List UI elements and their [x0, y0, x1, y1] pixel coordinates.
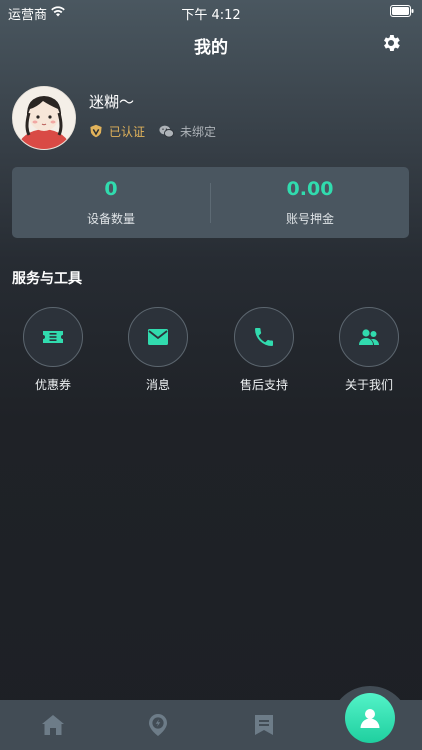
- avatar[interactable]: [12, 86, 76, 150]
- settings-gear-icon[interactable]: [380, 32, 402, 54]
- username: 迷糊～: [89, 93, 135, 111]
- stat-deposit[interactable]: 0.00 账号押金: [211, 167, 409, 238]
- service-messages[interactable]: 消息: [108, 307, 208, 393]
- wechat-icon: [159, 125, 174, 138]
- service-after-sales[interactable]: 售后支持: [214, 307, 314, 393]
- ticket-icon: [43, 331, 63, 343]
- service-icon-circle: [339, 307, 399, 367]
- stat-label: 设备数量: [86, 212, 135, 226]
- battery-icon: [390, 5, 414, 17]
- page-title: 我的: [194, 38, 228, 58]
- verified-shield-icon: [90, 124, 102, 138]
- service-icon-circle: [128, 307, 188, 367]
- users-icon: [359, 329, 380, 345]
- bookmark-list-icon: [255, 715, 273, 735]
- phone-icon: [255, 328, 273, 346]
- home-icon: [42, 715, 64, 735]
- stat-value: 0.00: [286, 178, 334, 200]
- wechat-label: 未绑定: [180, 124, 217, 139]
- map-pin-bolt-icon: [149, 714, 167, 736]
- service-label: 关于我们: [344, 378, 393, 392]
- services-section-title: 服务与工具: [12, 271, 82, 287]
- stat-device-count[interactable]: 0 设备数量: [12, 167, 210, 238]
- service-label: 消息: [145, 378, 170, 392]
- verified-badge: 已认证: [89, 123, 145, 139]
- tab-profile[interactable]: [345, 693, 395, 743]
- service-coupons[interactable]: 优惠券: [3, 307, 103, 393]
- service-about-us[interactable]: 关于我们: [319, 307, 419, 393]
- tab-map[interactable]: [141, 708, 175, 742]
- service-label: 售后支持: [239, 378, 288, 392]
- tab-orders[interactable]: [247, 708, 281, 742]
- tab-home[interactable]: [36, 708, 70, 742]
- user-icon: [360, 709, 380, 728]
- status-bar: 运营商 下午 4:12: [0, 0, 422, 24]
- verified-label: 已认证: [109, 124, 146, 139]
- wechat-binding[interactable]: 未绑定: [159, 123, 216, 139]
- stat-value: 0: [104, 178, 118, 200]
- service-icon-circle: [23, 307, 83, 367]
- status-time: 下午 4:12: [181, 8, 241, 23]
- stat-label: 账号押金: [285, 212, 334, 226]
- service-label: 优惠券: [34, 378, 71, 392]
- avatar-illustration: [13, 87, 75, 149]
- stats-card: 0 设备数量 0.00 账号押金: [12, 167, 409, 238]
- service-icon-circle: [234, 307, 294, 367]
- envelope-icon: [148, 329, 168, 345]
